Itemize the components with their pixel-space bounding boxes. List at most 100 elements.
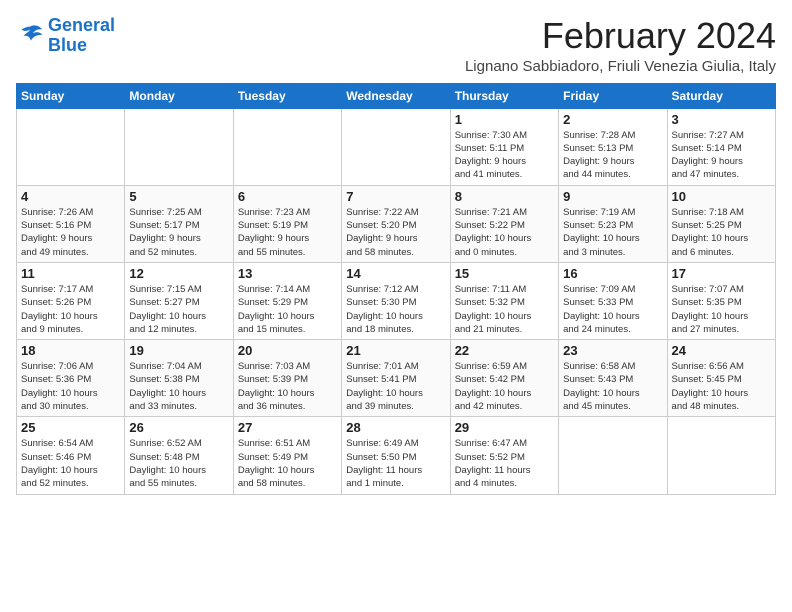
day-number: 17 <box>672 266 771 281</box>
day-info: Sunrise: 7:01 AM Sunset: 5:41 PM Dayligh… <box>346 360 445 413</box>
day-number: 20 <box>238 343 337 358</box>
calendar-cell: 10 Sunrise: 7:18 AM Sunset: 5:25 PM Dayli… <box>667 185 775 262</box>
day-number: 9 <box>563 189 662 204</box>
calendar-cell: 2Sunrise: 7:28 AM Sunset: 5:13 PM Daylig… <box>559 108 667 185</box>
day-info: Sunrise: 7:30 AM Sunset: 5:11 PM Dayligh… <box>455 129 554 182</box>
day-info: Sunrise: 6:58 AM Sunset: 5:43 PM Dayligh… <box>563 360 662 413</box>
day-number: 13 <box>238 266 337 281</box>
calendar-cell: 24 Sunrise: 6:56 AM Sunset: 5:45 PM Dayli… <box>667 340 775 417</box>
day-number: 22 <box>455 343 554 358</box>
day-info: Sunrise: 7:15 AM Sunset: 5:27 PM Dayligh… <box>129 283 228 336</box>
day-info: Sunrise: 7:26 AM Sunset: 5:16 PM Dayligh… <box>21 206 120 259</box>
calendar-cell: 26 Sunrise: 6:52 AM Sunset: 5:48 PM Dayli… <box>125 417 233 494</box>
weekday-header: Friday <box>559 83 667 108</box>
day-number: 25 <box>21 420 120 435</box>
day-info: Sunrise: 6:54 AM Sunset: 5:46 PM Dayligh… <box>21 437 120 490</box>
day-number: 7 <box>346 189 445 204</box>
day-info: Sunrise: 7:23 AM Sunset: 5:19 PM Dayligh… <box>238 206 337 259</box>
calendar-week-row: 18Sunrise: 7:06 AM Sunset: 5:36 PM Dayli… <box>17 340 776 417</box>
day-info: Sunrise: 7:22 AM Sunset: 5:20 PM Dayligh… <box>346 206 445 259</box>
day-number: 10 <box>672 189 771 204</box>
calendar-cell: 18Sunrise: 7:06 AM Sunset: 5:36 PM Dayli… <box>17 340 125 417</box>
calendar-week-row: 4 Sunrise: 7:26 AM Sunset: 5:16 PM Daylig… <box>17 185 776 262</box>
day-info: Sunrise: 7:12 AM Sunset: 5:30 PM Dayligh… <box>346 283 445 336</box>
calendar-cell: 29 Sunrise: 6:47 AM Sunset: 5:52 PM Dayli… <box>450 417 558 494</box>
calendar-cell: 4 Sunrise: 7:26 AM Sunset: 5:16 PM Daylig… <box>17 185 125 262</box>
day-info: Sunrise: 7:14 AM Sunset: 5:29 PM Dayligh… <box>238 283 337 336</box>
calendar-cell: 8 Sunrise: 7:21 AM Sunset: 5:22 PM Daylig… <box>450 185 558 262</box>
day-number: 8 <box>455 189 554 204</box>
calendar-cell <box>342 108 450 185</box>
calendar-cell: 20 Sunrise: 7:03 AM Sunset: 5:39 PM Dayli… <box>233 340 341 417</box>
weekday-header: Saturday <box>667 83 775 108</box>
day-info: Sunrise: 7:18 AM Sunset: 5:25 PM Dayligh… <box>672 206 771 259</box>
calendar-cell: 13 Sunrise: 7:14 AM Sunset: 5:29 PM Dayli… <box>233 262 341 339</box>
day-number: 12 <box>129 266 228 281</box>
weekday-header: Tuesday <box>233 83 341 108</box>
calendar-cell: 5 Sunrise: 7:25 AM Sunset: 5:17 PM Daylig… <box>125 185 233 262</box>
day-info: Sunrise: 7:21 AM Sunset: 5:22 PM Dayligh… <box>455 206 554 259</box>
weekday-header: Monday <box>125 83 233 108</box>
day-info: Sunrise: 7:25 AM Sunset: 5:17 PM Dayligh… <box>129 206 228 259</box>
calendar-cell <box>233 108 341 185</box>
weekday-header-row: SundayMondayTuesdayWednesdayThursdayFrid… <box>17 83 776 108</box>
day-number: 16 <box>563 266 662 281</box>
day-number: 27 <box>238 420 337 435</box>
title-block: February 2024 Lignano Sabbiadoro, Friuli… <box>465 16 776 75</box>
logo-text: General Blue <box>48 16 115 56</box>
calendar-cell: 23Sunrise: 6:58 AM Sunset: 5:43 PM Dayli… <box>559 340 667 417</box>
day-info: Sunrise: 7:04 AM Sunset: 5:38 PM Dayligh… <box>129 360 228 413</box>
day-info: Sunrise: 6:49 AM Sunset: 5:50 PM Dayligh… <box>346 437 445 490</box>
weekday-header: Thursday <box>450 83 558 108</box>
day-number: 4 <box>21 189 120 204</box>
day-number: 28 <box>346 420 445 435</box>
day-number: 1 <box>455 112 554 127</box>
day-info: Sunrise: 6:56 AM Sunset: 5:45 PM Dayligh… <box>672 360 771 413</box>
day-info: Sunrise: 6:51 AM Sunset: 5:49 PM Dayligh… <box>238 437 337 490</box>
day-info: Sunrise: 6:47 AM Sunset: 5:52 PM Dayligh… <box>455 437 554 490</box>
day-info: Sunrise: 6:59 AM Sunset: 5:42 PM Dayligh… <box>455 360 554 413</box>
day-info: Sunrise: 7:11 AM Sunset: 5:32 PM Dayligh… <box>455 283 554 336</box>
calendar-week-row: 25 Sunrise: 6:54 AM Sunset: 5:46 PM Dayli… <box>17 417 776 494</box>
day-number: 24 <box>672 343 771 358</box>
calendar-cell: 7 Sunrise: 7:22 AM Sunset: 5:20 PM Daylig… <box>342 185 450 262</box>
calendar-cell: 16 Sunrise: 7:09 AM Sunset: 5:33 PM Dayli… <box>559 262 667 339</box>
calendar-cell: 1 Sunrise: 7:30 AM Sunset: 5:11 PM Daylig… <box>450 108 558 185</box>
calendar-cell: 6 Sunrise: 7:23 AM Sunset: 5:19 PM Daylig… <box>233 185 341 262</box>
calendar-cell: 17Sunrise: 7:07 AM Sunset: 5:35 PM Dayli… <box>667 262 775 339</box>
calendar-cell: 22 Sunrise: 6:59 AM Sunset: 5:42 PM Dayli… <box>450 340 558 417</box>
calendar-cell: 3 Sunrise: 7:27 AM Sunset: 5:14 PM Daylig… <box>667 108 775 185</box>
day-info: Sunrise: 7:09 AM Sunset: 5:33 PM Dayligh… <box>563 283 662 336</box>
day-info: Sunrise: 7:27 AM Sunset: 5:14 PM Dayligh… <box>672 129 771 182</box>
day-info: Sunrise: 7:28 AM Sunset: 5:13 PM Dayligh… <box>563 129 662 182</box>
calendar-cell: 19 Sunrise: 7:04 AM Sunset: 5:38 PM Dayli… <box>125 340 233 417</box>
day-number: 6 <box>238 189 337 204</box>
day-number: 3 <box>672 112 771 127</box>
calendar-cell: 28 Sunrise: 6:49 AM Sunset: 5:50 PM Dayli… <box>342 417 450 494</box>
day-number: 18 <box>21 343 120 358</box>
day-number: 29 <box>455 420 554 435</box>
day-number: 19 <box>129 343 228 358</box>
location-subtitle: Lignano Sabbiadoro, Friuli Venezia Giuli… <box>465 58 776 75</box>
day-number: 11 <box>21 266 120 281</box>
weekday-header: Sunday <box>17 83 125 108</box>
calendar-cell <box>667 417 775 494</box>
calendar-cell: 25 Sunrise: 6:54 AM Sunset: 5:46 PM Dayli… <box>17 417 125 494</box>
calendar-cell: 14Sunrise: 7:12 AM Sunset: 5:30 PM Dayli… <box>342 262 450 339</box>
calendar-cell: 27 Sunrise: 6:51 AM Sunset: 5:49 PM Dayli… <box>233 417 341 494</box>
day-number: 21 <box>346 343 445 358</box>
calendar-cell <box>17 108 125 185</box>
day-number: 15 <box>455 266 554 281</box>
day-info: Sunrise: 6:52 AM Sunset: 5:48 PM Dayligh… <box>129 437 228 490</box>
day-info: Sunrise: 7:03 AM Sunset: 5:39 PM Dayligh… <box>238 360 337 413</box>
logo-icon <box>16 22 44 50</box>
day-number: 5 <box>129 189 228 204</box>
day-info: Sunrise: 7:19 AM Sunset: 5:23 PM Dayligh… <box>563 206 662 259</box>
day-info: Sunrise: 7:17 AM Sunset: 5:26 PM Dayligh… <box>21 283 120 336</box>
calendar-table: SundayMondayTuesdayWednesdayThursdayFrid… <box>16 83 776 495</box>
calendar-cell: 11 Sunrise: 7:17 AM Sunset: 5:26 PM Dayli… <box>17 262 125 339</box>
weekday-header: Wednesday <box>342 83 450 108</box>
calendar-cell <box>559 417 667 494</box>
day-number: 26 <box>129 420 228 435</box>
calendar-week-row: 1 Sunrise: 7:30 AM Sunset: 5:11 PM Daylig… <box>17 108 776 185</box>
